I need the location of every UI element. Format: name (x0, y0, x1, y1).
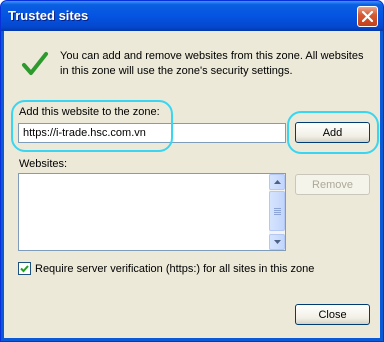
checkmark-icon (22, 52, 48, 75)
input-highlight-annotation (11, 100, 173, 152)
close-button[interactable]: Close (295, 304, 370, 325)
scroll-up-button[interactable] (269, 174, 285, 190)
require-https-label[interactable]: Require server verification (https:) for… (35, 263, 314, 275)
zone-info-text: You can add and remove websites from thi… (60, 50, 364, 77)
remove-button[interactable]: Remove (295, 174, 370, 195)
trusted-sites-dialog: Trusted sites You can add and remove web… (0, 0, 384, 342)
close-icon (362, 11, 373, 22)
websites-scrollbar[interactable] (269, 174, 285, 250)
require-https-checkbox[interactable] (18, 262, 31, 275)
websites-label: Websites: (19, 158, 68, 170)
dialog-body: You can add and remove websites from thi… (4, 31, 380, 338)
websites-list[interactable] (18, 173, 286, 251)
scroll-thumb[interactable] (269, 191, 285, 231)
add-button-highlight-annotation (287, 111, 379, 154)
checkbox-check-icon (20, 265, 29, 273)
arrow-down-icon (273, 240, 281, 244)
dialog-title: Trusted sites (8, 8, 89, 23)
arrow-up-icon (273, 180, 281, 184)
title-close-button[interactable] (357, 6, 378, 27)
title-bar[interactable]: Trusted sites (1, 1, 383, 31)
scroll-down-button[interactable] (269, 234, 285, 250)
